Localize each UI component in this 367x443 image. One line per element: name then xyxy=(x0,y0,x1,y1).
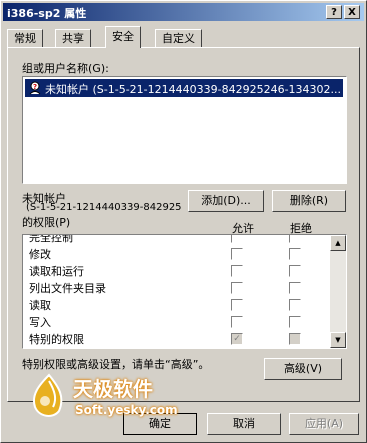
permissions-scrollbar[interactable]: ▲ ▼ xyxy=(330,235,346,348)
perm-write-deny[interactable] xyxy=(289,316,301,328)
perm-list-folder: 列出文件夹目录 xyxy=(29,280,106,296)
perm-read-deny[interactable] xyxy=(289,299,301,311)
cancel-button[interactable]: 取消 xyxy=(207,413,281,435)
close-button[interactable]: X xyxy=(344,5,360,19)
apply-button[interactable]: 应用(A) xyxy=(289,413,359,435)
add-button[interactable]: 添加(D)... xyxy=(188,190,264,212)
perm-modify: 修改 xyxy=(29,246,51,262)
unknown-user-icon: ? xyxy=(28,81,42,95)
tab-security[interactable]: 安全 xyxy=(105,26,141,48)
watermark: 天极软件 Soft.yesky.com xyxy=(29,369,209,429)
perm-write-allow[interactable] xyxy=(231,316,243,328)
permissions-list[interactable]: 完全控制 修改 读取和运行 列出文件夹目录 读取 写入 特别的权限 ✓ ▲ ▼ xyxy=(22,234,347,349)
perm-label: 读取 xyxy=(29,299,51,312)
perm-special-allow[interactable]: ✓ xyxy=(231,333,243,345)
security-panel: 组或用户名称(G): ? 未知帐户 (S-1-5-21-1214440339-8… xyxy=(7,47,360,402)
scroll-up-button[interactable]: ▲ xyxy=(330,235,346,251)
perm-label: 写入 xyxy=(29,316,51,329)
perm-read: 读取 xyxy=(29,297,51,313)
perm-read-execute-allow[interactable] xyxy=(231,265,243,277)
perm-label: 列出文件夹目录 xyxy=(29,282,106,295)
perm-modify-deny[interactable] xyxy=(289,248,301,260)
perm-read-execute: 读取和运行 xyxy=(29,263,84,279)
scroll-down-button[interactable]: ▼ xyxy=(330,332,346,348)
list-item[interactable]: ? 未知帐户 (S-1-5-21-1214440339-842925246-13… xyxy=(25,79,343,97)
tab-sharing[interactable]: 共享 xyxy=(55,29,91,47)
perm-list-folder-allow[interactable] xyxy=(231,282,243,294)
perm-write: 写入 xyxy=(29,314,51,330)
tab-general[interactable]: 常规 xyxy=(7,29,43,47)
properties-dialog: i386-sp2 属性 ? X 常规 共享 安全 自定义 组或用户名称(G): … xyxy=(0,0,367,443)
perm-full-control: 完全控制 xyxy=(29,234,73,245)
perm-special-deny[interactable] xyxy=(289,333,301,345)
perm-label: 修改 xyxy=(29,248,51,261)
user-name: 未知帐户 (S-1-5-21-1214440339-842925246-1343… xyxy=(45,83,342,96)
selected-account-line2: (S-1-5-21-1214440339-842925 xyxy=(26,202,182,213)
title-bar: i386-sp2 属性 ? X xyxy=(3,3,364,21)
permissions-label: 的权限(P) xyxy=(22,216,71,229)
svg-text:?: ? xyxy=(33,83,37,91)
user-list[interactable]: ? 未知帐户 (S-1-5-21-1214440339-842925246-13… xyxy=(22,76,347,184)
perm-label: 特别的权限 xyxy=(29,333,84,346)
perm-read-allow[interactable] xyxy=(231,299,243,311)
perm-label: 读取和运行 xyxy=(29,265,84,278)
perm-full-control-deny[interactable] xyxy=(289,235,301,243)
watermark-brand: 天极软件 xyxy=(73,377,153,401)
perm-full-control-allow[interactable] xyxy=(231,235,243,243)
perm-list-folder-deny[interactable] xyxy=(289,282,301,294)
group-user-label: 组或用户名称(G): xyxy=(22,62,109,75)
perm-modify-allow[interactable] xyxy=(231,248,243,260)
perm-label: 完全控制 xyxy=(29,234,73,244)
perm-special: 特别的权限 xyxy=(29,331,84,347)
remove-button[interactable]: 删除(R) xyxy=(272,190,346,212)
watermark-logo-icon xyxy=(29,373,69,421)
advanced-button[interactable]: 高级(V) xyxy=(264,358,342,380)
help-button[interactable]: ? xyxy=(326,5,342,19)
window-title: i386-sp2 属性 xyxy=(7,7,87,20)
tab-custom[interactable]: 自定义 xyxy=(155,29,202,47)
watermark-url: Soft.yesky.com xyxy=(75,403,178,417)
perm-read-execute-deny[interactable] xyxy=(289,265,301,277)
